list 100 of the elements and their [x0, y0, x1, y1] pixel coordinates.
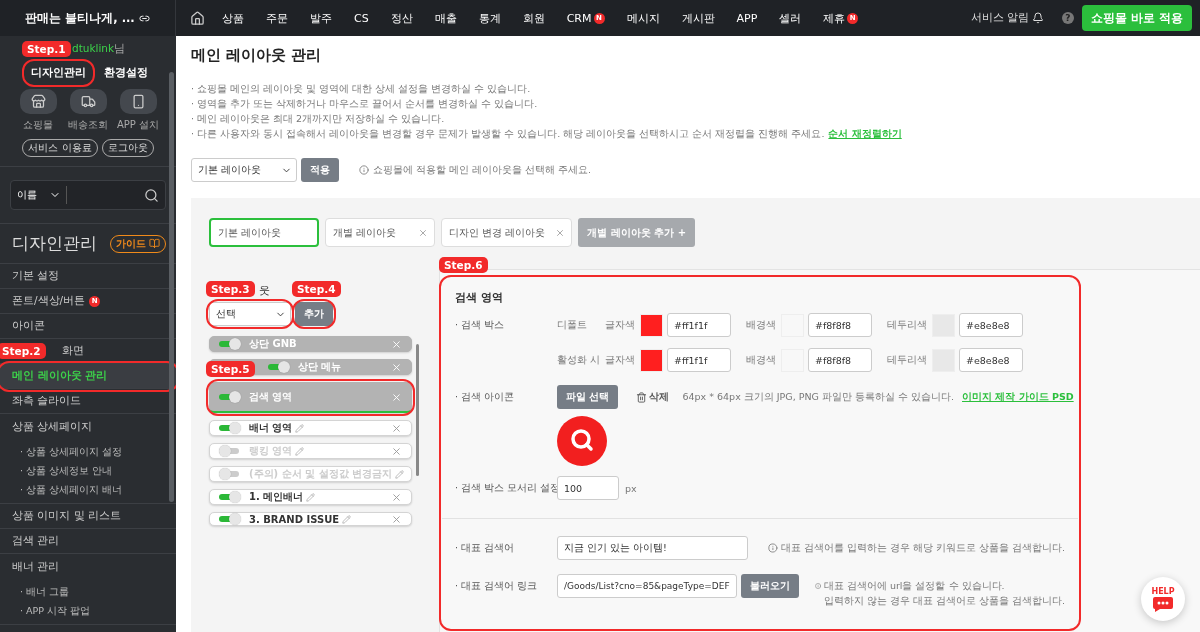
pencil-icon[interactable] — [295, 423, 305, 433]
shortcut-button[interactable] — [69, 89, 107, 114]
submenu-item[interactable]: · 상품 상세페이지 설정 — [0, 442, 176, 461]
pencil-icon[interactable] — [306, 492, 316, 502]
keyword-input[interactable]: 지금 인기 있는 아이템! — [557, 536, 749, 560]
sidebar-tab[interactable]: 디자인관리 — [25, 62, 92, 84]
toggle-switch[interactable] — [219, 445, 241, 457]
close-icon[interactable] — [555, 227, 566, 238]
scrollbar-thumb[interactable] — [416, 344, 419, 476]
hint-text: 입력하지 않는 경우 대표 검색어로 상품을 검색합니다. — [823, 594, 1065, 608]
nav-item[interactable]: 주문 — [255, 10, 299, 26]
apply-button[interactable]: 적용 — [301, 158, 339, 182]
shortcut-label: APP 설치 — [116, 118, 160, 132]
hint-text: 쇼핑몰에 적용할 메인 레이아웃을 선택해 주세요. — [373, 163, 592, 177]
nav-item[interactable]: 회원 — [511, 10, 556, 26]
file-button[interactable]: 파일 선택 — [557, 385, 619, 409]
notification-link[interactable]: 서비스 알림 — [970, 11, 1044, 25]
nav-item[interactable]: 통계 — [467, 10, 512, 26]
step-badge: Step.2 — [0, 343, 46, 359]
load-button[interactable]: 불러오기 — [740, 574, 799, 598]
nav-item[interactable]: 발주 — [299, 10, 343, 26]
toggle-switch[interactable] — [219, 338, 241, 350]
menu-item[interactable]: 메인 레이아웃 관리 — [0, 364, 176, 389]
nav-item[interactable]: CS — [343, 11, 380, 25]
toggle-switch[interactable] — [219, 513, 241, 525]
close-icon[interactable] — [391, 338, 402, 350]
search-field[interactable]: 이름 — [10, 180, 166, 210]
area-select[interactable]: 선택 — [209, 302, 291, 326]
submenu-item[interactable]: · APP 시작 팝업 — [0, 601, 176, 620]
close-icon[interactable] — [391, 361, 402, 373]
color-swatch[interactable] — [640, 313, 663, 337]
sidebar-tab[interactable]: 환경설정 — [98, 62, 154, 84]
nav-item[interactable]: APP — [725, 11, 769, 25]
color-label: 글자색 — [605, 353, 635, 367]
toggle-switch[interactable] — [219, 391, 241, 403]
area-item[interactable]: 1. 메인배너 — [209, 489, 412, 505]
toggle-switch[interactable] — [219, 422, 241, 434]
area-name: 검색 영역 — [249, 390, 293, 404]
area-item[interactable]: 3. BRAND ISSUE — [209, 512, 412, 526]
submenu-item[interactable]: · 배너 그룹 — [0, 582, 176, 601]
shortcut-button[interactable] — [19, 89, 57, 114]
color-input[interactable]: #f8f8f8 — [808, 313, 872, 337]
close-icon[interactable] — [391, 445, 402, 457]
help-icon[interactable]: ? — [1062, 12, 1074, 24]
menu-item[interactable]: 상품 상세페이지 — [0, 414, 176, 439]
search-icon[interactable] — [144, 187, 159, 203]
toggle-switch[interactable] — [219, 491, 241, 503]
close-icon[interactable] — [391, 422, 402, 434]
radius-input[interactable]: 100 — [557, 476, 619, 500]
nav-item[interactable]: 매출 — [423, 10, 468, 26]
section-title: 디자인관리 — [12, 232, 97, 255]
toggle-switch[interactable] — [219, 468, 241, 480]
home-icon[interactable] — [190, 10, 205, 26]
nav-item[interactable]: 메시지 — [615, 10, 671, 26]
color-input[interactable]: #ff1f1f — [667, 313, 731, 337]
add-area-button[interactable]: 추가 — [295, 302, 333, 326]
menu-item[interactable]: 배너 관리 — [0, 554, 176, 579]
link-input[interactable]: /Goods/List?cno=85&pageType=DEF — [557, 574, 737, 598]
layout-tab[interactable]: 개별 레이아웃 — [325, 218, 435, 247]
color-input[interactable]: #e8e8e8 — [959, 313, 1023, 337]
note-text: · 다른 사용자와 동시 접속해서 레이아웃을 변경할 경우 문제가 발생할 수 있습니다. 해당 레이아웃을 선택하시고 순서 재정렬을 진행해 주세요. 순서 재정렬하기 — [191, 127, 903, 141]
color-swatch[interactable] — [640, 348, 663, 372]
search-icon — [557, 416, 607, 466]
delete-button[interactable]: 삭제 — [636, 390, 670, 404]
close-icon[interactable] — [391, 513, 402, 525]
pencil-icon[interactable] — [395, 469, 405, 479]
layout-select[interactable]: 기본 레이아웃 — [191, 158, 297, 182]
pencil-icon[interactable] — [342, 514, 352, 524]
nav-item[interactable]: 게시판 — [670, 10, 726, 26]
nav-item[interactable]: 상품 — [211, 10, 255, 26]
brand-title: 판매는 불티나게, ... — [25, 10, 135, 26]
area-name: 3. BRAND ISSUE — [249, 513, 340, 525]
shortcut-button[interactable] — [119, 89, 157, 114]
field-label: · 대표 검색어 링크 — [455, 579, 539, 593]
area-name: 상단 GNB — [249, 337, 297, 351]
nav-item[interactable]: 정산 — [379, 10, 424, 26]
nav-item[interactable]: 셀러 — [768, 10, 813, 26]
submenu-item[interactable]: · 상품 상세페이지 배너 — [0, 480, 176, 499]
layout-tab[interactable]: 디자인 변경 레이아웃 — [441, 218, 573, 247]
scrollbar-thumb[interactable] — [169, 72, 174, 502]
area-label: 웃 — [259, 284, 270, 298]
hint-text: 대표 검색어에 url을 설정할 수 있습니다. — [823, 579, 1006, 593]
color-input[interactable]: #ff1f1f — [667, 348, 731, 372]
menu-item[interactable]: 화면 — [50, 339, 176, 363]
area-item[interactable]: 배너 영역 — [209, 420, 412, 436]
close-icon[interactable] — [418, 227, 428, 238]
toggle-switch[interactable] — [268, 361, 290, 373]
book-icon — [149, 238, 160, 249]
note-text: · 메인 레이아웃은 최대 2개까지만 저장하실 수 있습니다. — [191, 112, 446, 126]
state-label: 활성화 시 — [557, 353, 602, 367]
close-icon[interactable] — [391, 391, 402, 403]
info-icon — [359, 165, 369, 175]
color-input[interactable]: #f8f8f8 — [808, 348, 872, 372]
user-greeting: dtuklink님 — [72, 42, 126, 56]
color-input[interactable]: #e8e8e8 — [959, 348, 1023, 372]
pencil-icon[interactable] — [295, 446, 305, 456]
submenu-item[interactable]: · 상품 상세정보 안내 — [0, 461, 176, 480]
filter-select[interactable]: 이름 — [11, 186, 67, 204]
close-icon[interactable] — [391, 491, 402, 503]
layout-tab[interactable]: 기본 레이아웃 — [209, 218, 319, 247]
